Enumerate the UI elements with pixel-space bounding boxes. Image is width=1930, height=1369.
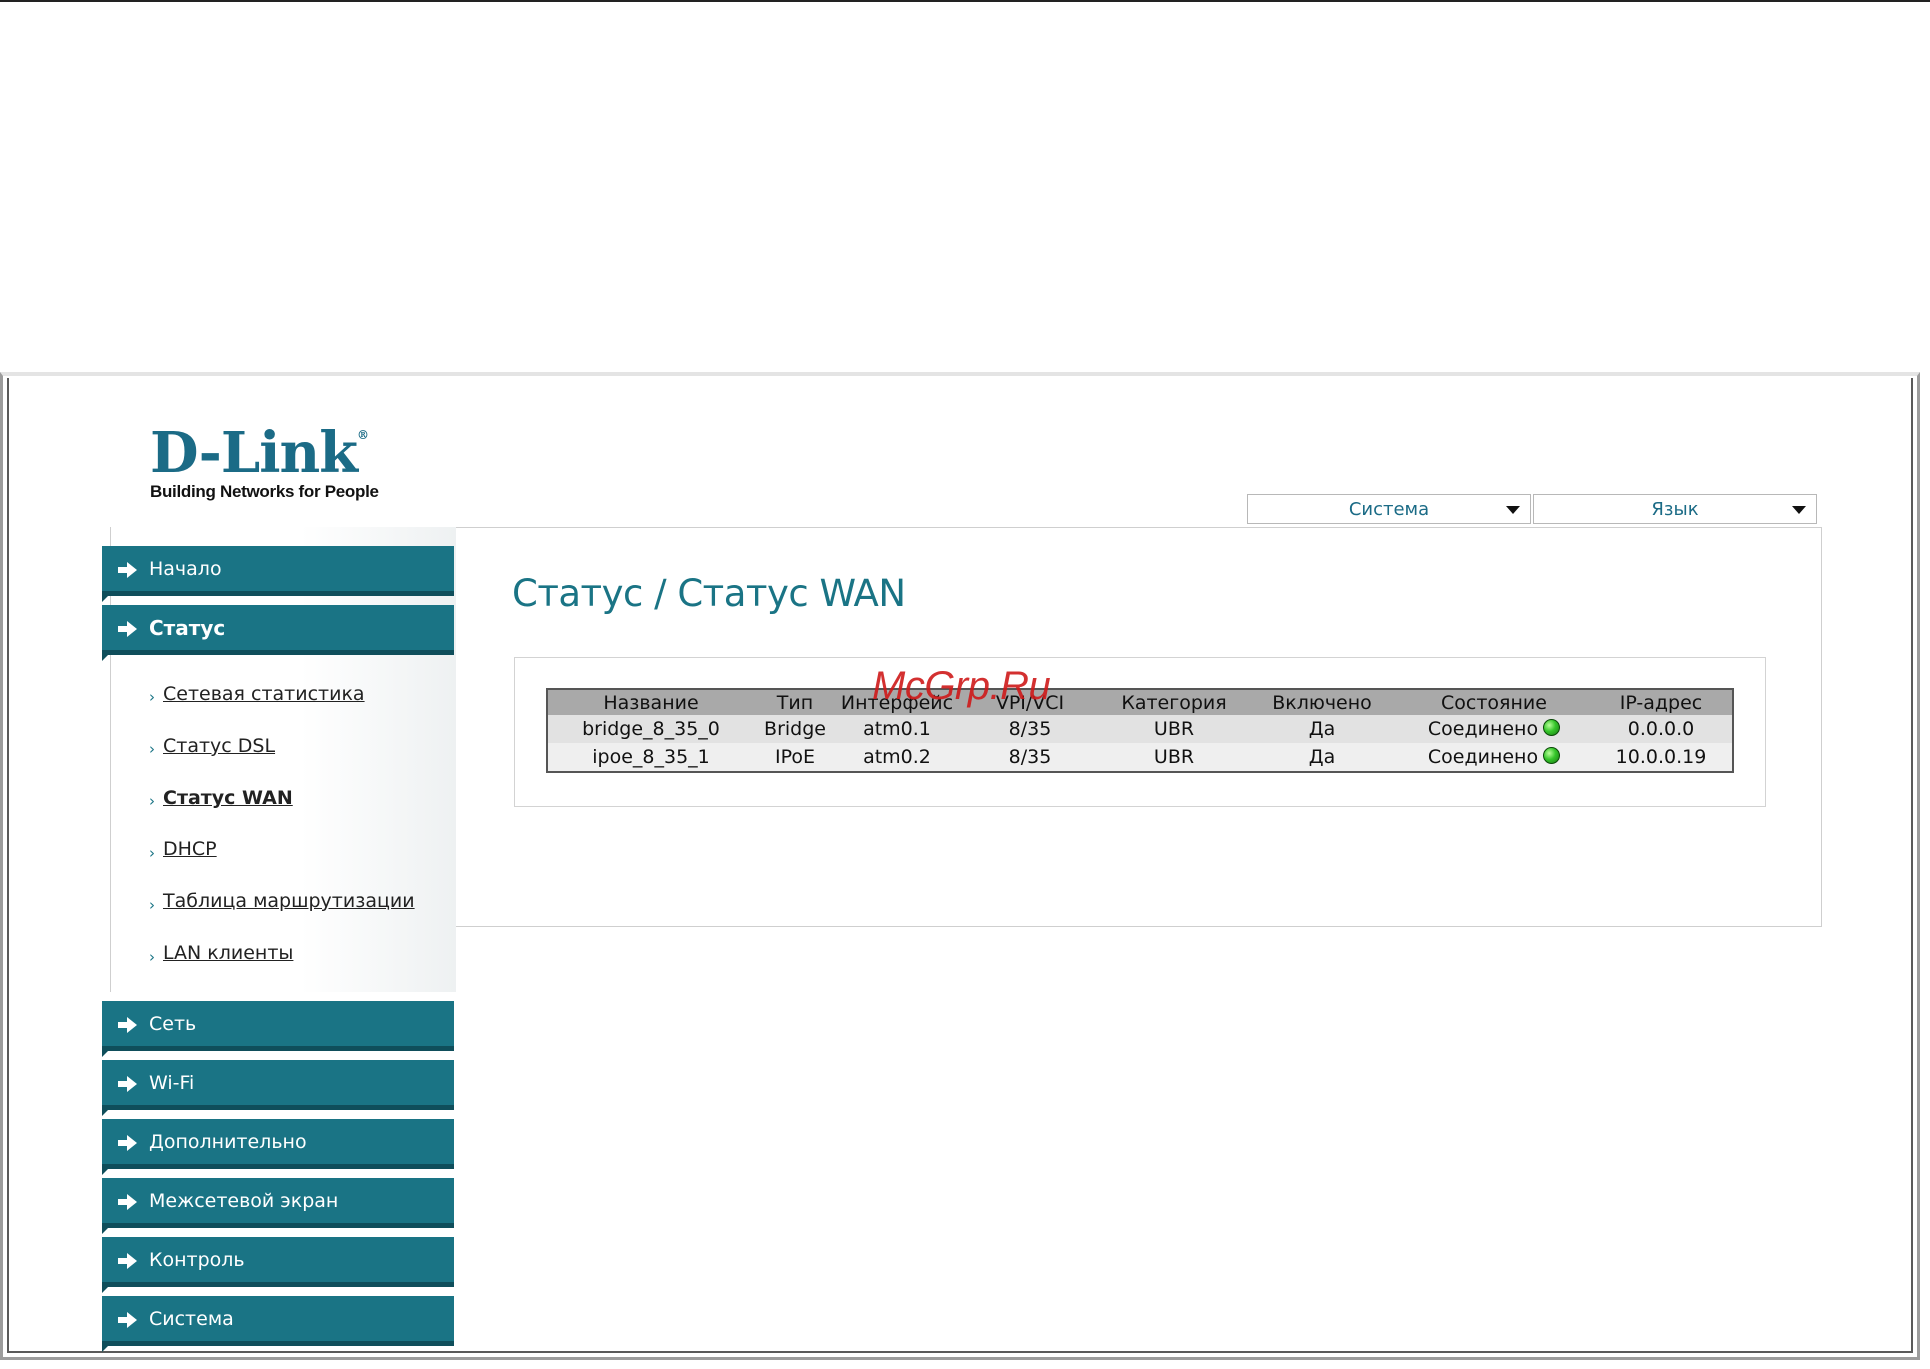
bullet-icon: › — [149, 844, 155, 862]
col-header-category: Категория — [1102, 689, 1246, 715]
bullet-icon: › — [149, 740, 155, 758]
cell-ip: 0.0.0.0 — [1590, 715, 1733, 743]
chevron-down-icon — [1792, 506, 1806, 514]
chevron-down-icon — [1506, 506, 1520, 514]
top-rule — [0, 0, 1930, 2]
cell-vpi-vci: 8/35 — [958, 715, 1102, 743]
arrow-right-icon — [118, 1135, 137, 1151]
nav-wifi-label: Wi-Fi — [149, 1071, 195, 1094]
sidebar-item-lan-clients[interactable]: LAN клиенты — [163, 942, 293, 964]
nav-home-label: Начало — [149, 557, 222, 580]
system-dropdown[interactable]: Система — [1247, 494, 1531, 524]
arrow-right-icon — [118, 1076, 137, 1092]
sidebar — [110, 527, 456, 992]
table-header-row: Название Тип Интерфейс VPI/VCI Категория… — [547, 689, 1733, 715]
bullet-icon: › — [149, 792, 155, 810]
nav-network-label: Сеть — [149, 1012, 197, 1035]
cell-enabled: Да — [1246, 715, 1398, 743]
state-text: Соединено — [1427, 746, 1539, 768]
nav-status-label: Статус — [149, 615, 226, 640]
bullet-icon: › — [149, 688, 155, 706]
sidebar-item-dsl-status[interactable]: Статус DSL — [163, 735, 275, 757]
sidebar-item-wan-status[interactable]: Статус WAN — [163, 787, 293, 809]
col-header-ip: IP-адрес — [1590, 689, 1733, 715]
cell-name: ipoe_8_35_1 — [547, 743, 754, 772]
col-header-enabled: Включено — [1246, 689, 1398, 715]
arrow-right-icon — [118, 1312, 137, 1328]
nav-status[interactable]: Статус — [102, 605, 454, 661]
nav-system[interactable]: Система — [102, 1296, 454, 1352]
nav-network[interactable]: Сеть — [102, 1001, 454, 1057]
table-row[interactable]: ipoe_8_35_1 IPoE atm0.2 8/35 UBR Да Соед… — [547, 743, 1733, 772]
page-title: Статус / Статус WAN — [512, 572, 906, 615]
col-header-interface: Интерфейс — [836, 689, 958, 715]
nav-firewall-label: Межсетевой экран — [149, 1189, 339, 1212]
system-dropdown-label: Система — [1348, 498, 1430, 520]
nav-control[interactable]: Контроль — [102, 1237, 454, 1293]
cell-category: UBR — [1102, 743, 1246, 772]
arrow-right-icon — [118, 1253, 137, 1269]
language-dropdown[interactable]: Язык — [1533, 494, 1817, 524]
col-header-type: Тип — [754, 689, 836, 715]
cell-interface: atm0.2 — [836, 743, 958, 772]
arrow-right-icon — [118, 562, 137, 578]
nav-home[interactable]: Начало — [102, 546, 454, 602]
arrow-right-icon — [118, 621, 137, 637]
logo-brand: D-Link — [150, 420, 358, 486]
cell-ip: 10.0.0.19 — [1590, 743, 1733, 772]
registered-mark: ® — [357, 428, 369, 442]
col-header-state: Состояние — [1398, 689, 1590, 715]
logo-tagline: Building Networks for People — [150, 482, 379, 501]
col-header-name: Название — [547, 689, 754, 715]
table-row[interactable]: bridge_8_35_0 Bridge atm0.1 8/35 UBR Да … — [547, 715, 1733, 743]
arrow-right-icon — [118, 1017, 137, 1033]
cell-name: bridge_8_35_0 — [547, 715, 754, 743]
cell-category: UBR — [1102, 715, 1246, 743]
sidebar-item-routing-table[interactable]: Таблица маршрутизации — [163, 890, 415, 912]
cell-state: Соединено — [1398, 743, 1590, 772]
cell-enabled: Да — [1246, 743, 1398, 772]
wan-status-table: Название Тип Интерфейс VPI/VCI Категория… — [546, 688, 1734, 773]
nav-system-label: Система — [149, 1307, 234, 1330]
status-led-icon — [1543, 747, 1561, 764]
cell-vpi-vci: 8/35 — [958, 743, 1102, 772]
nav-wifi[interactable]: Wi-Fi — [102, 1060, 454, 1116]
cell-interface: atm0.1 — [836, 715, 958, 743]
state-text: Соединено — [1427, 718, 1539, 740]
cell-type: IPoE — [754, 743, 836, 772]
cell-type: Bridge — [754, 715, 836, 743]
col-header-vpi-vci: VPI/VCI — [958, 689, 1102, 715]
bullet-icon: › — [149, 948, 155, 966]
d-link-logo: D-Link® Building Networks for People — [150, 425, 379, 502]
nav-firewall[interactable]: Межсетевой экран — [102, 1178, 454, 1234]
nav-advanced-label: Дополнительно — [149, 1130, 307, 1153]
cell-state: Соединено — [1398, 715, 1590, 743]
language-dropdown-label: Язык — [1651, 498, 1699, 520]
arrow-right-icon — [118, 1194, 137, 1210]
nav-control-label: Контроль — [149, 1248, 245, 1271]
sidebar-item-network-stats[interactable]: Сетевая статистика — [163, 683, 365, 705]
sidebar-item-dhcp[interactable]: DHCP — [163, 838, 217, 860]
nav-advanced[interactable]: Дополнительно — [102, 1119, 454, 1175]
bullet-icon: › — [149, 896, 155, 914]
status-led-icon — [1543, 719, 1561, 736]
